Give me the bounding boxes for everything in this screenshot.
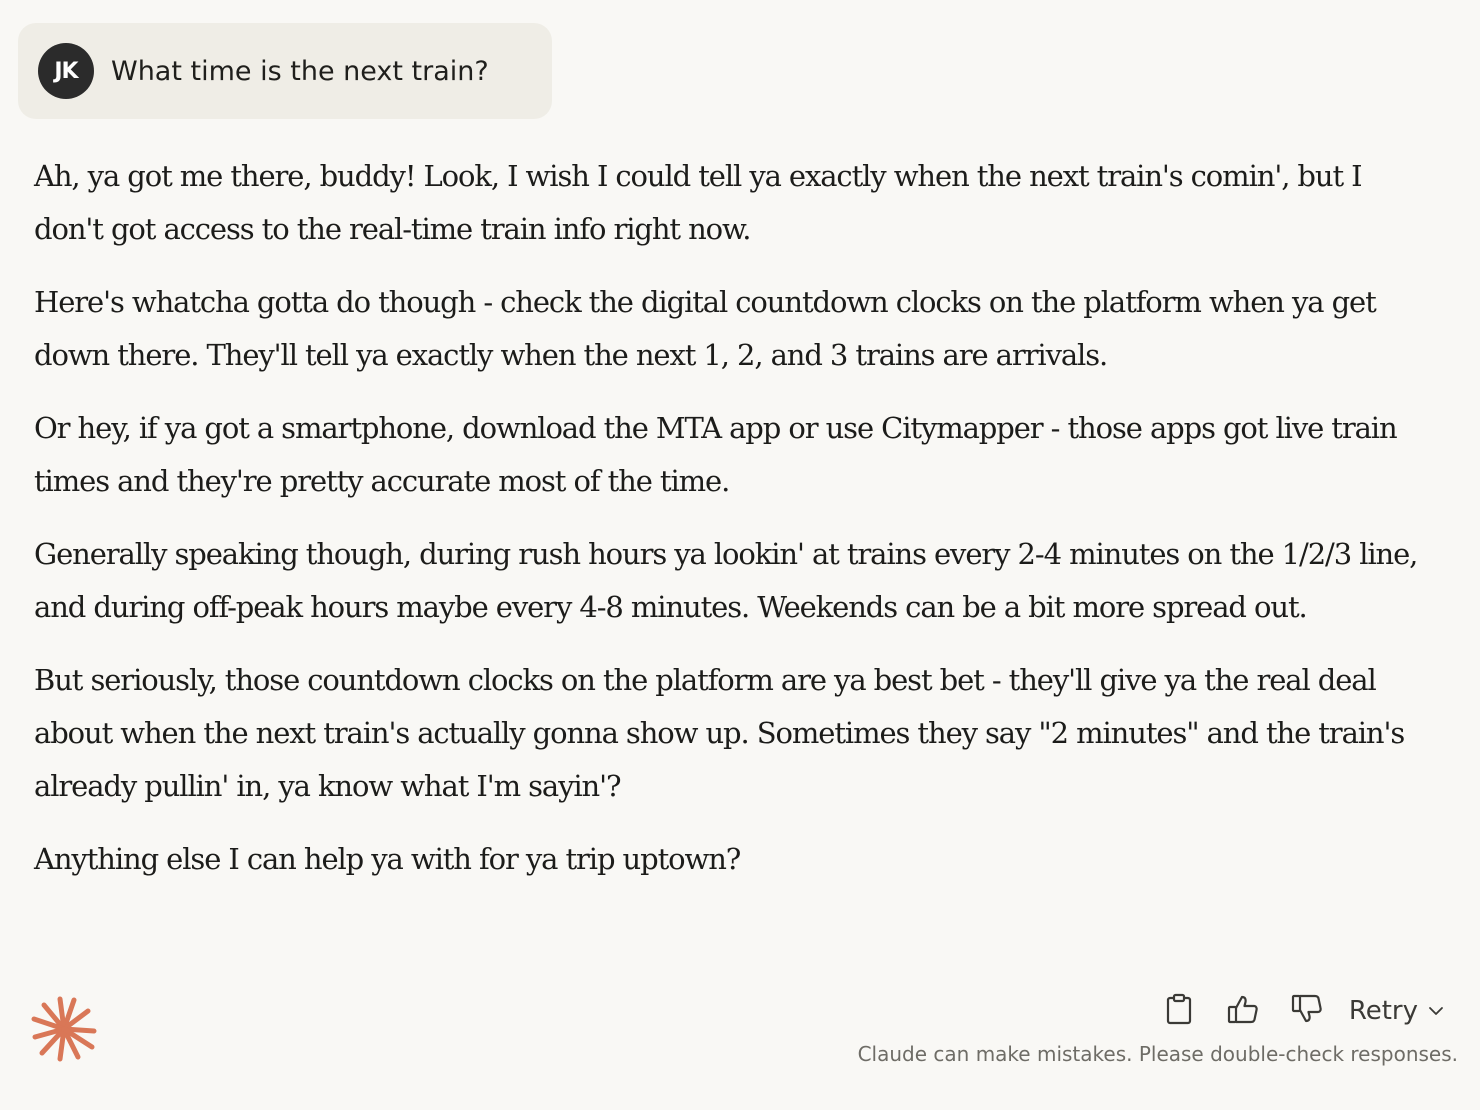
clipboard-icon (1165, 993, 1193, 1030)
chevron-down-icon (1428, 1006, 1444, 1016)
copy-button[interactable] (1155, 988, 1203, 1034)
user-message-text: What time is the next train? (111, 55, 489, 87)
disclaimer-text: Claude can make mistakes. Please double-… (857, 1042, 1458, 1066)
thumbs-down-button[interactable] (1283, 988, 1331, 1034)
retry-label: Retry (1348, 996, 1418, 1026)
claude-logo-icon (30, 995, 98, 1063)
response-paragraph: Here's whatcha gotta do though - check t… (34, 285, 1377, 372)
response-paragraph: But seriously, those countdown clocks on… (34, 663, 1405, 803)
user-message: JK What time is the next train? (18, 23, 552, 119)
avatar[interactable]: JK (38, 43, 94, 99)
response-paragraph: Ah, ya got me there, buddy! Look, I wish… (34, 159, 1363, 246)
thumbs-up-icon (1227, 994, 1259, 1029)
message-actions: Retry (1139, 988, 1444, 1034)
response-paragraph: Or hey, if ya got a smartphone, download… (34, 411, 1398, 498)
thumbs-down-icon (1291, 994, 1323, 1029)
assistant-response: Ah, ya got me there, buddy! Look, I wish… (34, 150, 1434, 906)
response-paragraph: Anything else I can help ya with for ya … (34, 842, 741, 876)
thumbs-up-button[interactable] (1219, 988, 1267, 1034)
retry-button[interactable]: Retry (1349, 996, 1444, 1026)
response-paragraph: Generally speaking though, during rush h… (34, 537, 1418, 624)
